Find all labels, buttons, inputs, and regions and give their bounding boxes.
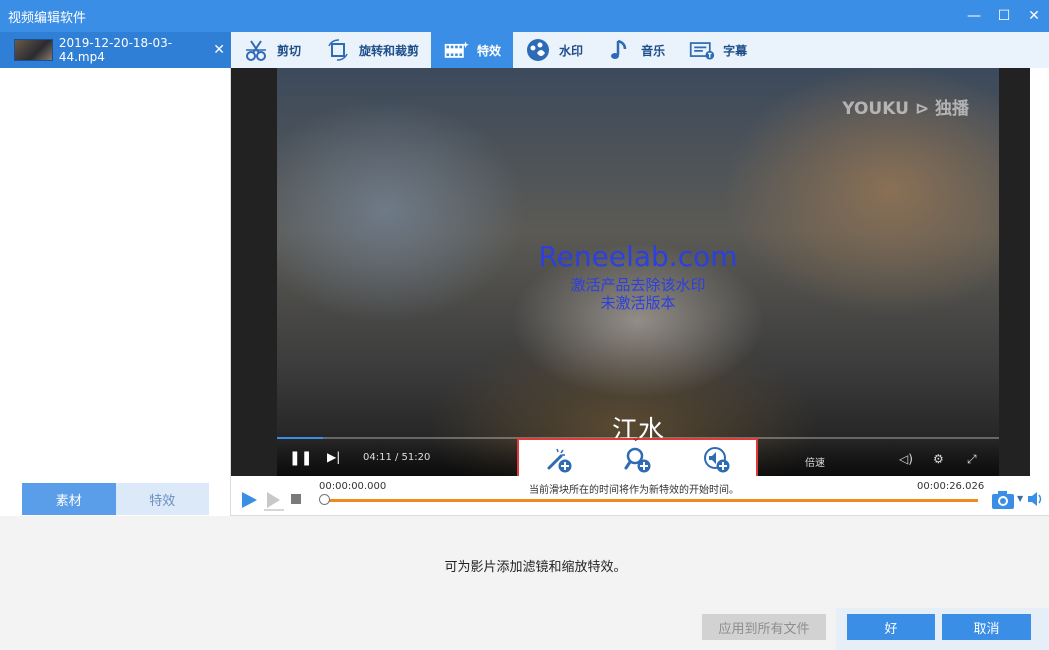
tab-effects[interactable]: 特效 <box>431 32 514 68</box>
tab-left-effects[interactable]: 特效 <box>115 483 209 515</box>
tab-cut[interactable]: 剪切 <box>231 32 313 68</box>
file-thumbnail <box>14 39 53 61</box>
embedded-speed: 倍速 <box>805 458 825 469</box>
embedded-time: 04:11 / 51:20 <box>363 452 431 463</box>
embedded-next-icon: ▶| <box>327 450 341 464</box>
trial-watermark-line3: 未激活版本 <box>600 294 676 312</box>
volume-icon[interactable] <box>1027 490 1045 511</box>
brand-watermark: YOUKU ⊳ 独播 <box>842 99 969 119</box>
watermark-icon <box>525 37 551 63</box>
music-note-icon <box>607 37 633 63</box>
tab-subtitle-label: 字幕 <box>723 43 748 58</box>
video-frame[interactable]: YOUKU ⊳ 独播 Reneelab.com 激活产品去除该水印 未激活版本 … <box>277 68 999 476</box>
material-panel <box>0 68 231 516</box>
trial-watermark-line1: Reneelab.com <box>538 240 738 273</box>
window-controls: — ☐ ✕ <box>959 0 1049 32</box>
title-bar: 视频编辑软件 — ☐ ✕ <box>0 0 1049 32</box>
rotate-crop-icon <box>325 37 351 63</box>
tab-music-label: 音乐 <box>641 43 666 58</box>
embedded-pause-icon: ❚❚ <box>289 450 313 466</box>
scissors-icon <box>243 37 269 63</box>
effect-description: 可为影片添加滤镜和缩放特效。 <box>444 560 627 575</box>
file-tab[interactable]: 2019-12-20-18-03-44.mp4 ✕ <box>0 32 231 68</box>
subtitle-icon <box>689 37 715 63</box>
tab-subtitle[interactable]: 字幕 <box>677 32 759 68</box>
timeline-track[interactable] <box>323 499 978 502</box>
maximize-button[interactable]: ☐ <box>989 0 1019 32</box>
play-segment-icon[interactable] <box>263 490 285 515</box>
tab-watermark[interactable]: 水印 <box>513 32 595 68</box>
speaker-plus-icon[interactable] <box>702 445 732 475</box>
tab-cut-label: 剪切 <box>277 43 302 58</box>
apply-to-all-button[interactable]: 应用到所有文件 <box>702 614 826 640</box>
cancel-button[interactable]: 取消 <box>942 614 1031 640</box>
close-file-icon[interactable]: ✕ <box>213 42 225 58</box>
edit-toolbar: 剪切 旋转和裁剪 特效 水印 音乐 字幕 <box>231 32 1049 68</box>
embedded-settings-icon: ⚙ <box>933 452 944 466</box>
tab-material[interactable]: 素材 <box>22 483 116 515</box>
window-title: 视频编辑软件 <box>8 10 87 26</box>
file-name: 2019-12-20-18-03-44.mp4 <box>58 36 173 64</box>
embedded-volume-icon: ◁) <box>899 452 913 466</box>
timeline-start-time: 00:00:00.000 <box>319 481 387 492</box>
minimize-button[interactable]: — <box>959 0 989 32</box>
timeline-slider-knob[interactable] <box>319 494 330 505</box>
magic-wand-plus-icon[interactable] <box>544 445 574 475</box>
timeline-end-time: 00:00:26.026 <box>917 481 985 492</box>
timeline-hint: 当前滑块所在的时间将作为新特效的开始时间。 <box>529 485 739 496</box>
tab-music[interactable]: 音乐 <box>595 32 677 68</box>
ok-button[interactable]: 好 <box>847 614 935 640</box>
left-tabs: 素材 特效 <box>22 483 209 515</box>
bottom-panel: 可为影片添加滤镜和缩放特效。 应用到所有文件 好 取消 <box>0 516 1049 650</box>
camera-icon[interactable] <box>991 490 1015 513</box>
tab-effects-label: 特效 <box>477 43 502 58</box>
play-icon[interactable] <box>239 490 259 513</box>
preview-area: YOUKU ⊳ 独播 Reneelab.com 激活产品去除该水印 未激活版本 … <box>231 68 1030 476</box>
camera-dropdown-icon[interactable]: ▼ <box>1017 494 1023 503</box>
effects-film-icon <box>443 37 470 63</box>
chevron-down-icon: ⌄ <box>632 434 640 444</box>
embedded-fullscreen-icon: ⤢ <box>967 452 977 466</box>
tab-watermark-label: 水印 <box>559 43 584 58</box>
timeline-bar: 00:00:00.000 当前滑块所在的时间将作为新特效的开始时间。 00:00… <box>231 476 1049 516</box>
stop-icon[interactable] <box>291 494 301 504</box>
zoom-plus-icon[interactable] <box>623 445 653 475</box>
tab-rotate-crop-label: 旋转和裁剪 <box>359 43 420 58</box>
tab-rotate-crop[interactable]: 旋转和裁剪 <box>313 32 431 68</box>
close-window-button[interactable]: ✕ <box>1019 0 1049 32</box>
